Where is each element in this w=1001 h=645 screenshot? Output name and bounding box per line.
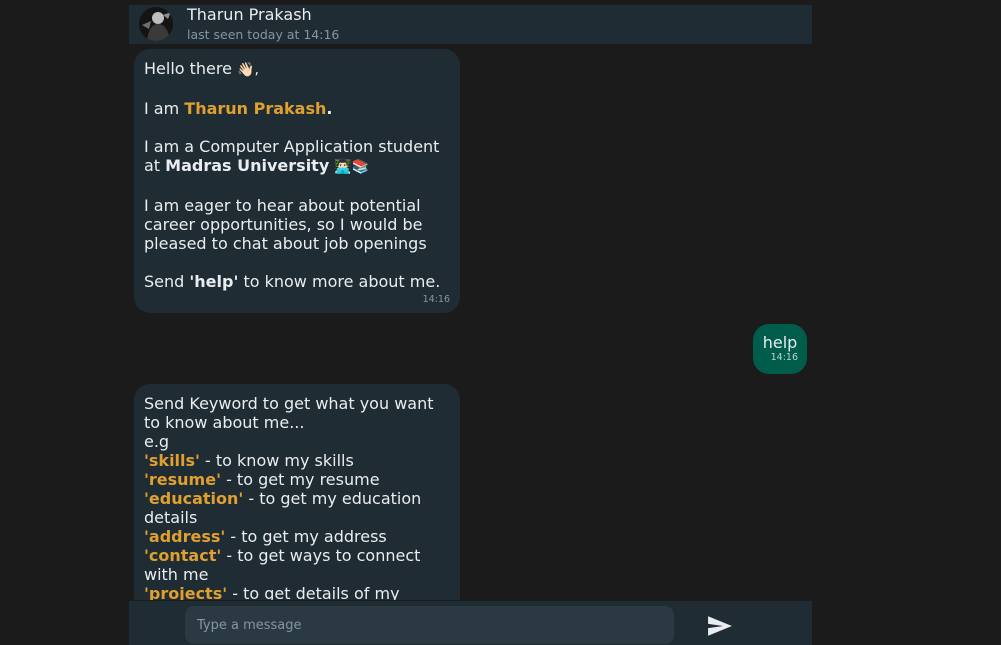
student-emoji: 👨🏻‍💻📚 — [334, 159, 370, 175]
keyword: 'skills' — [144, 451, 200, 470]
keyword-item: 'address' - to get my address — [144, 527, 450, 546]
iam-suffix: . — [326, 99, 333, 118]
send-icon[interactable] — [707, 615, 733, 637]
contact-name: Tharun Prakash — [187, 5, 312, 24]
wave-emoji: 👋🏻, — [237, 62, 259, 78]
keyword-desc: - to get my address — [225, 527, 387, 546]
keyword-desc: - to get details of my — [227, 584, 400, 600]
keyword-desc: - to get my resume — [220, 470, 380, 489]
career-line: I am eager to hear about potential caree… — [144, 196, 427, 253]
incoming-message-intro: Hello there 👋🏻, I am Tharun Prakash. I a… — [134, 49, 460, 313]
keyword: 'education' — [144, 489, 244, 508]
chat-window: Tharun Prakash last seen today at 14:16 … — [129, 0, 812, 645]
message-list[interactable]: Hello there 👋🏻, I am Tharun Prakash. I a… — [129, 44, 812, 600]
keyword: 'resume' — [144, 470, 221, 489]
keyword-item: 'projects' - to get details of my — [144, 584, 450, 600]
keyword-item: 'resume' - to get my resume — [144, 470, 450, 489]
name-line: I am Tharun Prakash. — [144, 99, 450, 118]
highlight-name: Tharun Prakash — [184, 99, 327, 118]
outgoing-text: help — [762, 333, 798, 352]
keyword: 'projects' — [144, 584, 228, 600]
chat-header[interactable]: Tharun Prakash last seen today at 14:16 — [129, 5, 812, 44]
greeting-text: Hello there — [144, 59, 232, 78]
last-seen-status: last seen today at 14:16 — [187, 27, 340, 42]
keyword-list: Send Keyword to get what you want to kno… — [144, 394, 450, 600]
keyword: 'contact' — [144, 546, 222, 565]
help-suffix: to know more about me. — [238, 272, 441, 291]
keyword: 'address' — [144, 527, 226, 546]
keyword-item: 'education' - to get my education detail… — [144, 489, 450, 527]
iam-prefix: I am — [144, 99, 185, 118]
study-line: I am a Computer Application student at M… — [144, 137, 450, 177]
keyword-desc: - to know my skills — [199, 451, 354, 470]
outgoing-message-help: help 14:16 — [753, 324, 807, 374]
composer-bar — [129, 601, 812, 645]
message-timestamp: 14:16 — [770, 352, 798, 363]
avatar[interactable] — [139, 7, 173, 41]
message-timestamp: 14:16 — [422, 294, 450, 305]
keyword-item: 'contact' - to get ways to connect with … — [144, 546, 450, 584]
help-keyword: 'help' — [189, 272, 239, 291]
keyword-intro: Send Keyword to get what you want to kno… — [144, 394, 434, 432]
incoming-message-keywords: Send Keyword to get what you want to kno… — [134, 384, 460, 600]
keyword-eg: e.g — [144, 432, 170, 451]
help-prefix: Send — [144, 272, 190, 291]
message-input[interactable] — [185, 606, 674, 644]
greeting-line: Hello there 👋🏻, — [144, 59, 450, 80]
help-line: Send 'help' to know more about me. — [144, 272, 450, 291]
keyword-item: 'skills' - to know my skills — [144, 451, 450, 470]
university-name: Madras University — [165, 156, 330, 175]
avatar-image — [139, 7, 173, 41]
